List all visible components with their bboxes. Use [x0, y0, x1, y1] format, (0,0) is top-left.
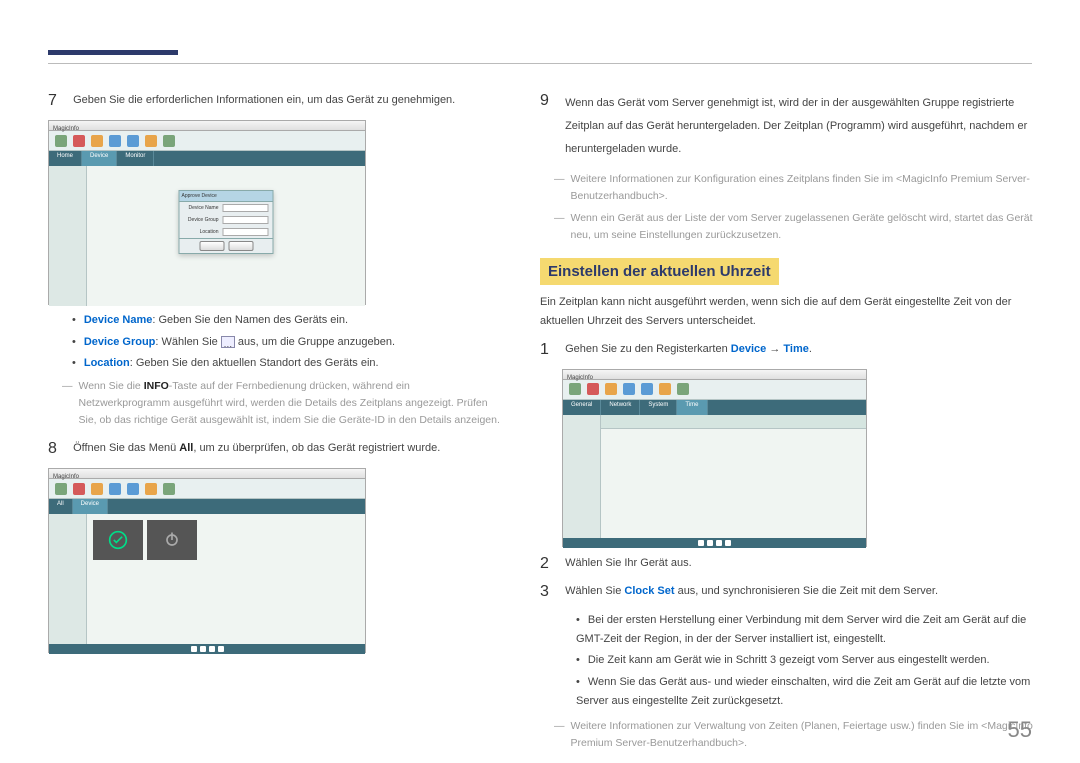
bullet-device-name: Device Name: Geben Sie den Namen des Ger…: [72, 311, 503, 330]
app-sidebar: [49, 514, 87, 644]
note-info-key: Wenn Sie die INFO-Taste auf der Fernbedi…: [62, 378, 503, 428]
toolbar-icon: [605, 383, 617, 395]
ellipsis-button-icon: …: [221, 336, 235, 348]
dialog-input-location[interactable]: [223, 228, 269, 236]
dialog-ok-button[interactable]: [199, 241, 224, 251]
toolbar-icon: [145, 483, 157, 495]
page-number: 55: [1008, 717, 1032, 743]
app-sidebar: [49, 166, 87, 306]
app-main-area: [87, 514, 365, 644]
step-8-text: Öffnen Sie das Menü All, um zu überprüfe…: [73, 440, 500, 458]
app-main-area: Approve Device Device Name Device Group …: [87, 166, 365, 306]
dialog-label-name: Device Name: [184, 205, 219, 211]
step-9: 9 Wenn das Gerät vom Server genehmigt is…: [540, 92, 1035, 161]
bullet-gmt: Bei der ersten Herstellung einer Verbind…: [576, 611, 1035, 648]
step-3-number: 3: [540, 583, 562, 601]
step-7-text: Geben Sie die erforderlichen Information…: [73, 92, 500, 110]
toolbar-icon: [677, 383, 689, 395]
bullet-step3-time: Die Zeit kann am Gerät wie in Schritt 3 …: [576, 651, 1035, 670]
right-column: 9 Wenn das Gerät vom Server genehmigt is…: [540, 92, 1035, 752]
toolbar-icon: [73, 483, 85, 495]
toolbar-icon: [569, 383, 581, 395]
toolbar-icon: [127, 135, 139, 147]
bullet-power-cycle: Wenn Sie das Gerät aus- und wieder einsc…: [576, 673, 1035, 710]
toolbar-icon: [163, 483, 175, 495]
toolbar-icon: [163, 135, 175, 147]
device-thumbnail: [93, 520, 143, 560]
note-schedule-config: Weitere Informationen zur Konfiguration …: [554, 171, 1035, 205]
dialog-label-location: Location: [184, 229, 219, 235]
toolbar-icon: [659, 383, 671, 395]
header-rule-line: [48, 63, 1032, 64]
toolbar-icon: [55, 135, 67, 147]
bullet-location: Location: Geben Sie den aktuellen Stando…: [72, 354, 503, 373]
dialog-input-name[interactable]: [223, 204, 269, 212]
step-2-number: 2: [540, 555, 562, 573]
toolbar-icon: [109, 483, 121, 495]
toolbar-icon: [623, 383, 635, 395]
dialog-title: Approve Device: [180, 191, 273, 202]
note-time-management: Weitere Informationen zur Verwaltung von…: [554, 718, 1035, 752]
toolbar-icon: [145, 135, 157, 147]
app-main-area: [601, 415, 866, 538]
app-logo: MagicInfo: [563, 375, 593, 381]
screenshot-approve-dialog: MagicInfo HomeDeviceMonitor Approve Devi…: [48, 120, 366, 305]
step-9-number: 9: [540, 92, 562, 110]
dialog-cancel-button[interactable]: [228, 241, 253, 251]
toolbar-icon: [127, 483, 139, 495]
step-3: 3 Wählen Sie Clock Set aus, und synchron…: [540, 583, 1035, 601]
approve-device-dialog: Approve Device Device Name Device Group …: [179, 190, 274, 254]
step-8: 8 Öffnen Sie das Menü All, um zu überprü…: [48, 440, 503, 458]
toolbar-icon: [109, 135, 121, 147]
toolbar-icon: [73, 135, 85, 147]
bullet-device-group: Device Group: Wählen Sie … aus, um die G…: [72, 333, 503, 352]
toolbar-icon: [587, 383, 599, 395]
app-sidebar: [563, 415, 601, 538]
section-heading-time: Einstellen der aktuellen Uhrzeit: [540, 258, 779, 285]
step-7-number: 7: [48, 92, 70, 110]
step-7: 7 Geben Sie die erforderlichen Informati…: [48, 92, 503, 110]
device-thumbnail: [147, 520, 197, 560]
screenshot-device-time: MagicInfo GeneralNetworkSystemTime: [562, 369, 867, 547]
screenshot-device-list: MagicInfo AllDevice: [48, 468, 366, 653]
step-2: 2 Wählen Sie Ihr Gerät aus.: [540, 555, 1035, 573]
step-2-text: Wählen Sie Ihr Gerät aus.: [565, 555, 1032, 573]
section-intro-text: Ein Zeitplan kann nicht ausgeführt werde…: [540, 293, 1035, 330]
dialog-label-group: Device Group: [184, 217, 219, 223]
step-1-text: Gehen Sie zu den Registerkarten Device →…: [565, 341, 1032, 359]
step-8-number: 8: [48, 440, 70, 458]
toolbar-icon: [91, 483, 103, 495]
step-1-number: 1: [540, 341, 562, 359]
header-accent-bar: [48, 50, 178, 55]
toolbar-icon: [91, 135, 103, 147]
step-1: 1 Gehen Sie zu den Registerkarten Device…: [540, 341, 1035, 359]
app-logo: MagicInfo: [49, 474, 79, 480]
toolbar-icon: [55, 483, 67, 495]
step-9-text: Wenn das Gerät vom Server genehmigt ist,…: [565, 92, 1032, 161]
step-3-text: Wählen Sie Clock Set aus, und synchronis…: [565, 583, 1032, 601]
note-device-delete: Wenn ein Gerät aus der Liste der vom Ser…: [554, 210, 1035, 244]
app-logo: MagicInfo: [49, 126, 79, 132]
left-column: 7 Geben Sie die erforderlichen Informati…: [48, 92, 503, 653]
toolbar-icon: [641, 383, 653, 395]
dialog-input-group[interactable]: [223, 216, 269, 224]
